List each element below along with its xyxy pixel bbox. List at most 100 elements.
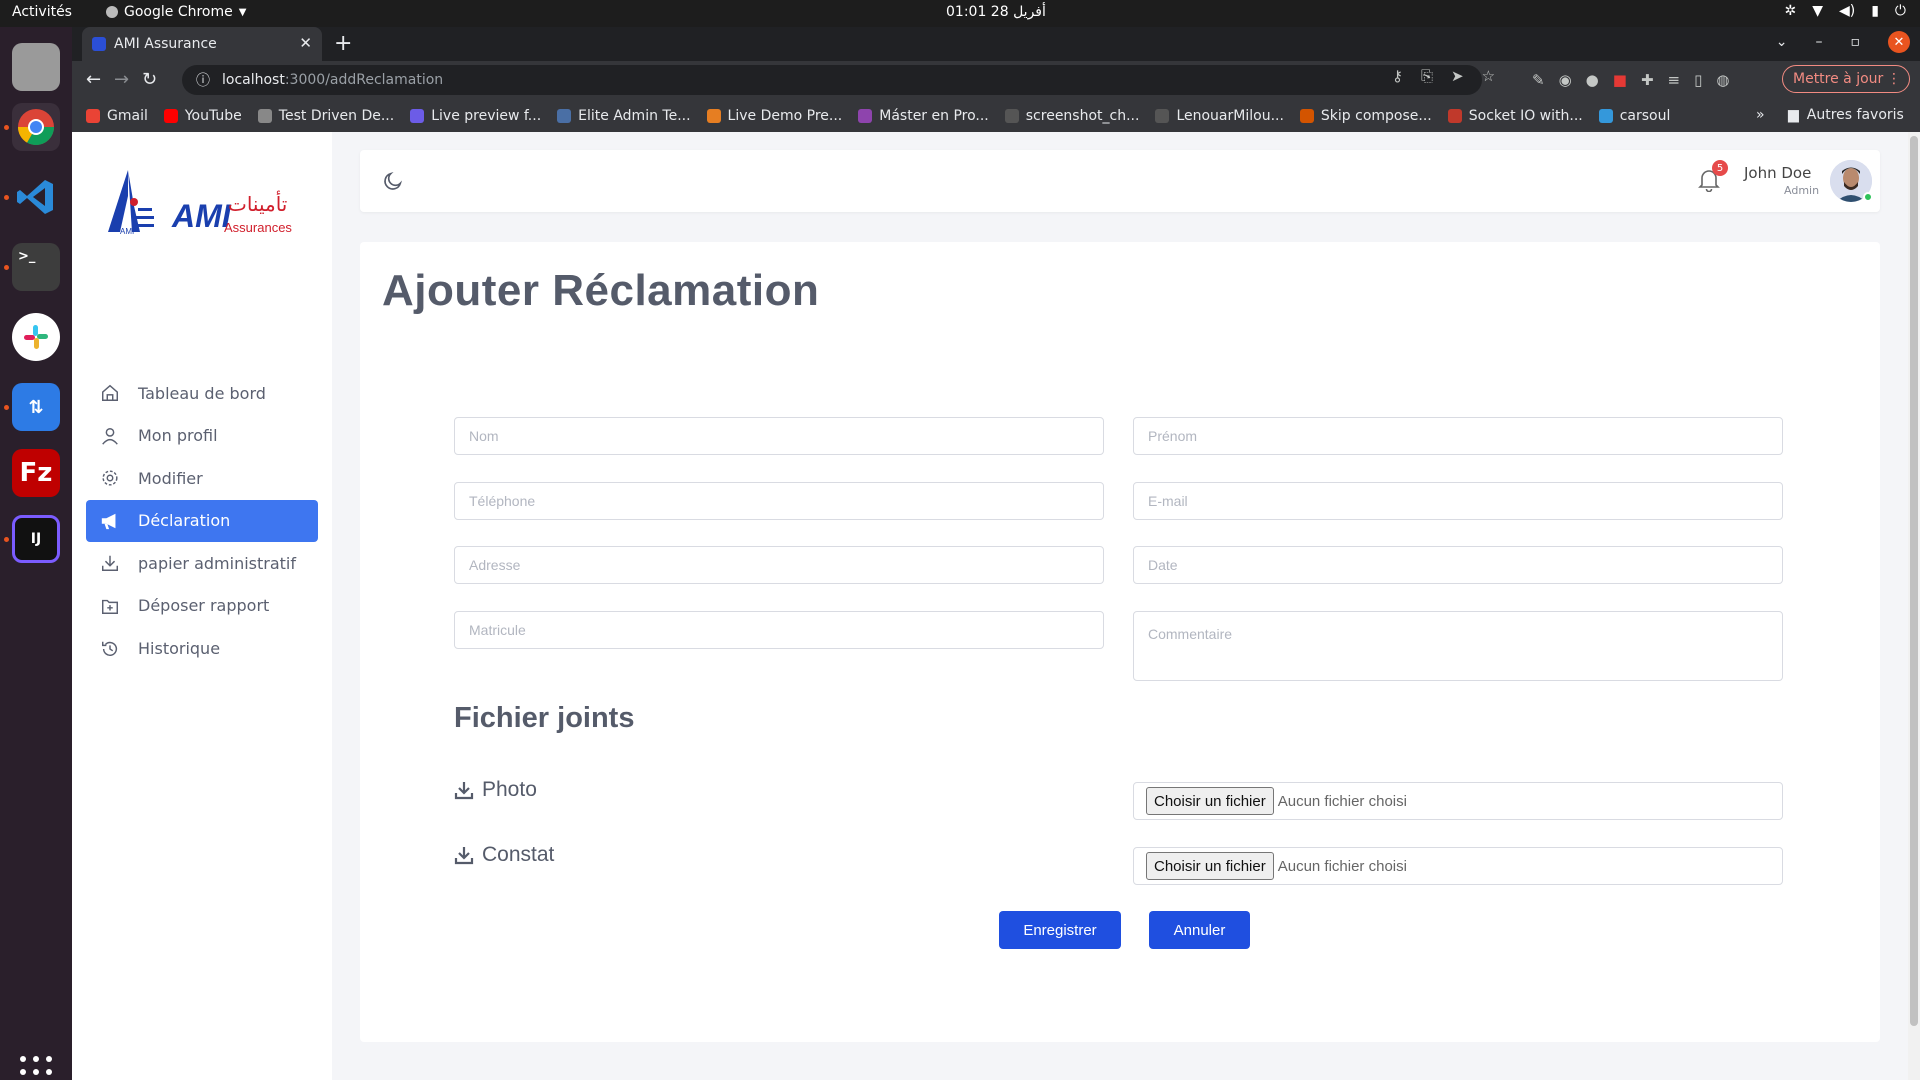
files-dock-icon[interactable] [12,43,60,91]
sidebar-item-megaphone[interactable]: Déclaration [86,499,318,542]
vscode-dock-icon[interactable] [12,173,60,221]
forward-icon[interactable]: → [114,69,129,90]
bookmark-item[interactable]: LenouarMilou... [1155,108,1284,124]
page-scrollbar[interactable] [1908,132,1920,1080]
bookmark-item[interactable]: screenshot_ch... [1004,108,1139,124]
sidebar-item-history[interactable]: Historique [86,628,318,670]
cancel-button[interactable]: Annuler [1149,911,1250,949]
running-indicator [4,125,9,130]
chrome-small-icon [106,6,118,18]
site-info-icon[interactable]: ⓘ [196,70,210,90]
email-input[interactable]: E-mail [1133,482,1783,520]
bookmark-item[interactable]: carsoul [1598,108,1670,124]
sidebar-item-label: Mon profil [138,426,218,446]
extension-color-icon[interactable]: ◉ [1559,71,1572,89]
constat-file-input[interactable]: Choisir un fichier Aucun fichier choisi [1133,847,1783,885]
bookmark-item[interactable]: Socket IO with... [1447,108,1583,124]
constat-label-text: Constat [482,843,555,866]
bookmark-item[interactable]: Live Demo Pre... [706,108,842,124]
close-tab-icon[interactable]: ✕ [299,34,312,52]
tab-search-icon[interactable]: ⌄ [1776,34,1788,50]
bookmark-item[interactable]: Live preview f... [410,108,541,124]
back-icon[interactable]: ← [86,69,101,90]
bookmark-item[interactable]: Gmail [86,108,148,124]
nom-input[interactable]: Nom [454,417,1104,455]
extension-pen-icon[interactable]: ✎ [1532,71,1545,89]
save-button[interactable]: Enregistrer [999,911,1121,949]
sidebar-item-file-add[interactable]: Déposer rapport [86,585,318,627]
bookmark-favicon-icon [557,108,572,123]
translate-icon[interactable]: ⎘ [1421,67,1433,85]
send-icon[interactable]: ➤ [1451,67,1464,85]
browser-tab[interactable]: AMI Assurance ✕ [82,27,322,61]
intellij-dock-icon[interactable]: IJ [12,515,60,563]
commentaire-textarea[interactable]: Commentaire [1133,611,1783,681]
chrome-dock-icon[interactable] [12,103,60,151]
window-controls: ⌄ – ▫ ✕ [1776,31,1910,53]
theme-toggle[interactable] [382,170,404,196]
activities-button[interactable]: Activités [12,4,72,20]
show-apps-icon[interactable] [20,1056,52,1080]
bookmarks-more[interactable]: » [1756,107,1765,123]
sidebar-item-label: Historique [138,639,221,659]
photo-file-input[interactable]: Choisir un fichier Aucun fichier choisi [1133,782,1783,820]
terminal-dock-icon[interactable]: >_ [12,243,60,291]
history-icon [100,639,120,659]
bookmark-item[interactable]: Elite Admin Te... [557,108,691,124]
scrollbar-thumb[interactable] [1910,136,1918,1026]
sidebar: AMI AMI تأمينات Assurances Tableau de bo… [72,132,332,1080]
sidepanel-icon[interactable]: ▯ [1694,71,1702,89]
online-status-dot [1863,192,1873,202]
other-bookmarks[interactable]: ▆ Autres favoris [1788,107,1904,123]
clock[interactable]: 01:01 أفريل 28 [946,4,1046,20]
filezilla-dock-icon[interactable]: Fz [12,449,60,497]
system-tray[interactable]: ✲ ▼ ◀) ▮ ⏻ [1784,3,1906,19]
folder-icon: ▆ [1788,107,1799,123]
minimize-icon[interactable]: – [1816,34,1823,50]
sidebar-item-gear[interactable]: Modifier [86,457,318,499]
svg-text:AMI: AMI [120,227,134,236]
sidebar-item-label: Tableau de bord [138,383,266,403]
bookmark-favicon-icon [86,108,100,123]
restore-icon[interactable]: ▫ [1851,34,1861,50]
user-name[interactable]: John Doe [1744,164,1811,182]
bookmark-item[interactable]: Test Driven De... [257,108,394,124]
bookmark-item[interactable]: Skip compose... [1299,108,1432,124]
prenom-input[interactable]: Prénom [1133,417,1783,455]
sidebar-item-home[interactable]: Tableau de bord [86,372,318,414]
photo-choose-file-button[interactable]: Choisir un fichier [1146,787,1274,815]
sidebar-item-user[interactable]: Mon profil [86,415,318,457]
update-label: Mettre à jour [1793,71,1884,87]
constat-choose-file-button[interactable]: Choisir un fichier [1146,852,1274,880]
profile-icon[interactable]: ◍ [1716,71,1729,89]
megaphone-icon [100,511,120,531]
transfer-dock-icon[interactable]: ⇅ [12,383,60,431]
close-window-icon[interactable]: ✕ [1888,31,1910,53]
download-icon [454,847,474,865]
key-icon[interactable]: ⚷ [1392,67,1403,85]
slack-dock-icon[interactable] [12,313,60,361]
adresse-input[interactable]: Adresse [454,546,1104,584]
update-button[interactable]: Mettre à jour ⋮ [1782,65,1910,93]
extension-red-icon[interactable]: ■ [1613,71,1627,89]
reload-icon[interactable]: ↻ [142,69,157,90]
attachments-title: Fichier joints [454,702,635,734]
bookmark-item[interactable]: Máster en Pro... [858,108,989,124]
more-menu-icon[interactable]: ⋮ [1887,71,1901,87]
sidebar-item-download[interactable]: papier administratif [86,542,318,584]
extensions-puzzle-icon[interactable]: ✚ [1641,71,1654,89]
address-bar[interactable]: ⓘ localhost:3000/addReclamation [182,65,1482,95]
matricule-input[interactable]: Matricule [454,611,1104,649]
media-icon[interactable]: ≡ [1668,71,1681,89]
home-icon [100,383,120,403]
new-tab-button[interactable]: + [334,31,352,56]
download-icon [100,553,120,573]
telephone-input[interactable]: Téléphone [454,482,1104,520]
app-menu[interactable]: Google Chrome ▼ [106,4,246,20]
extension-circle-icon[interactable]: ● [1586,71,1599,89]
bookmark-star-icon[interactable]: ☆ [1482,67,1495,85]
logo[interactable]: AMI AMI تأمينات Assurances [106,166,296,246]
date-input[interactable]: Date [1133,546,1783,584]
bookmark-item[interactable]: YouTube [163,108,242,124]
page-title: Ajouter Réclamation [382,266,820,315]
